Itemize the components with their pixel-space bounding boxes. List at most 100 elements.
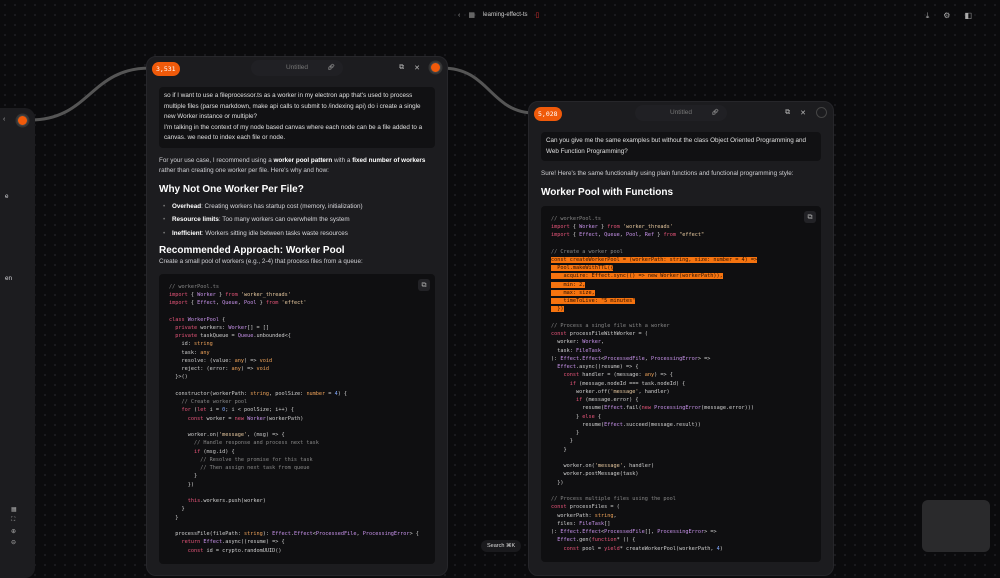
project-name[interactable]: learning-effect-ts [483, 12, 528, 18]
download-icon[interactable]: ⤓ [926, 11, 930, 21]
code-line: // workerPool.ts [551, 215, 601, 222]
code-line: worker.on('message', handler) [551, 463, 655, 469]
code-line: const processFileWithWorker = ( [551, 331, 648, 337]
heading: Recommended Approach: Worker Pool [159, 245, 345, 256]
list-item: Overhead: Creating workers has startup c… [159, 200, 435, 214]
copy-node-icon[interactable]: ⧉ [399, 64, 404, 72]
chevron-left-icon[interactable]: ‹ [3, 116, 5, 123]
close-icon[interactable]: ✕ [800, 109, 806, 117]
code-line: processFile(filePath: string): Effect.Ef… [169, 531, 419, 537]
chat-node-1[interactable]: 3,531 Untitled 🔗︎ ⧉ ✕ so if I want to use … [146, 56, 448, 576]
panel-toggle-icon[interactable]: ◧ [964, 11, 972, 21]
code-line: import { Effect, Queue, Pool } from 'eff… [169, 300, 307, 306]
code-line: if (message.nodeId === task.nodeId) { [569, 380, 686, 387]
text-fragment: en [5, 275, 13, 282]
grid-icon[interactable]: ▦ [468, 11, 475, 19]
code-line: }>() [169, 374, 188, 381]
code-line: max: size, [551, 289, 595, 296]
list-item: Inefficient: Workers sitting idle betwee… [159, 227, 435, 241]
code-line: task: FileTask [551, 347, 601, 354]
code-line: task: any [169, 349, 210, 356]
code-line: } [169, 514, 179, 521]
trash-icon[interactable]: ▯ [536, 11, 540, 19]
code-line: timeToLive: "5 minutes" [551, 298, 636, 304]
code-line: workerPath: string, [551, 512, 617, 519]
node-status-dot[interactable] [17, 115, 28, 126]
code-line: if (msg.id) { [194, 448, 235, 455]
assistant-intro: Sure! Here's the same functionality usin… [541, 170, 794, 177]
heading: Why Not One Worker Per File? [159, 183, 304, 195]
code-line: constructor(workerPath: string, poolSize… [169, 390, 348, 397]
code-line: } else { [551, 413, 601, 420]
code-line: const processFiles = ( [551, 504, 620, 511]
code-line: } [551, 438, 573, 445]
link-icon[interactable]: 🔗︎ [327, 60, 335, 76]
node-status-dot[interactable] [430, 62, 441, 73]
paragraph: Create a small pool of workers (e.g., 2-… [159, 258, 363, 265]
code-line: }) [169, 481, 194, 488]
code-line: const pool = yield* createWorkerPool(wor… [563, 545, 723, 552]
code-line: class WorkerPool { [169, 316, 226, 323]
gear-icon[interactable]: ⚙ [943, 11, 950, 21]
code-line: acquire: Effect.sync(() => new Worker(wo… [551, 273, 723, 280]
fit-view-icon[interactable]: ⛶ [11, 517, 17, 524]
code-line: worker.off('message', handler) [551, 388, 670, 395]
text-fragment: e [5, 193, 9, 200]
code-line: if (message.error) { [576, 397, 639, 403]
code-line: return Effect.async((resume) => { [181, 539, 285, 546]
minimap-toggle-icon[interactable]: ▦ [11, 506, 17, 513]
code-line: for (let i = 0; i < poolSize; i++) { [181, 407, 294, 414]
left-partial-node[interactable]: ‹ e en [0, 108, 35, 578]
code-line: const handler = (message: any) => { [563, 372, 673, 379]
node-title-text: Untitled [285, 64, 309, 71]
bullet-list: Overhead: Creating workers has startup c… [159, 200, 435, 241]
code-line: worker.postMessage(task) [551, 471, 639, 478]
user-message-line: so if I want to use a fileprocessor.ts a… [164, 92, 421, 120]
zoom-in-icon[interactable]: ⊕ [11, 528, 17, 535]
code-line: ): Effect.Effect<ProcessedFile, Processi… [551, 355, 711, 362]
code-line: // Process a single file with a worker [551, 322, 670, 329]
edge-node1-to-node2 [441, 66, 536, 115]
close-icon[interactable]: ✕ [414, 64, 420, 72]
copy-node-icon[interactable]: ⧉ [785, 109, 790, 117]
code-line: } [551, 446, 567, 453]
code-line: // Create a worker pool [551, 248, 623, 255]
code-line: id: string [169, 341, 213, 348]
copy-code-button[interactable]: ⧉ [418, 278, 430, 291]
node-title[interactable]: Untitled 🔗︎ [251, 60, 343, 76]
edge-left-to-node1 [29, 66, 151, 122]
code-line: import { Worker } from 'worker_threads' [169, 291, 291, 298]
copy-code-button[interactable]: ⧉ [804, 210, 816, 223]
code-line: }) [551, 306, 564, 313]
search-button[interactable]: Search ⌘K [481, 540, 522, 552]
code-line: const worker = new Worker(workerPath) [187, 415, 304, 422]
code-line: // Create worker pool [169, 399, 248, 405]
chat-node-2[interactable]: 5,028 Untitled 🔗︎ ⧉ ✕ Can you give me the … [528, 101, 834, 576]
code-line: this.workers.push(worker) [187, 498, 266, 504]
code-line: private taskQueue = Queue.unbounded<{ [175, 333, 291, 339]
zoom-out-icon[interactable]: ⊖ [11, 539, 17, 546]
node-title[interactable]: Untitled 🔗︎ [635, 105, 727, 121]
code-line: const id = crypto.randomUUID() [187, 547, 282, 554]
code-line: // Resolve the promise for this task [169, 456, 313, 463]
user-message: Can you give me the same examples but wi… [541, 132, 821, 161]
minimap[interactable] [922, 500, 990, 552]
code-line: }) [551, 479, 564, 486]
link-icon[interactable]: 🔗︎ [711, 105, 719, 121]
back-button[interactable]: ‹ [458, 12, 460, 19]
node-status-dot[interactable] [816, 107, 827, 118]
code-line: } [551, 430, 580, 436]
code-line: resume(Effect.fail(new ProcessingError(m… [551, 405, 755, 412]
code-line: worker.on('message', (msg) => { [169, 432, 285, 438]
user-message: so if I want to use a fileprocessor.ts a… [159, 87, 435, 148]
code-line: const createWorkerPool = (workerPath: st… [551, 256, 758, 263]
code-line: import { Effect, Queue, Pool, Ref } from… [551, 232, 705, 238]
code-line: // Process multiple files using the pool [551, 496, 676, 502]
